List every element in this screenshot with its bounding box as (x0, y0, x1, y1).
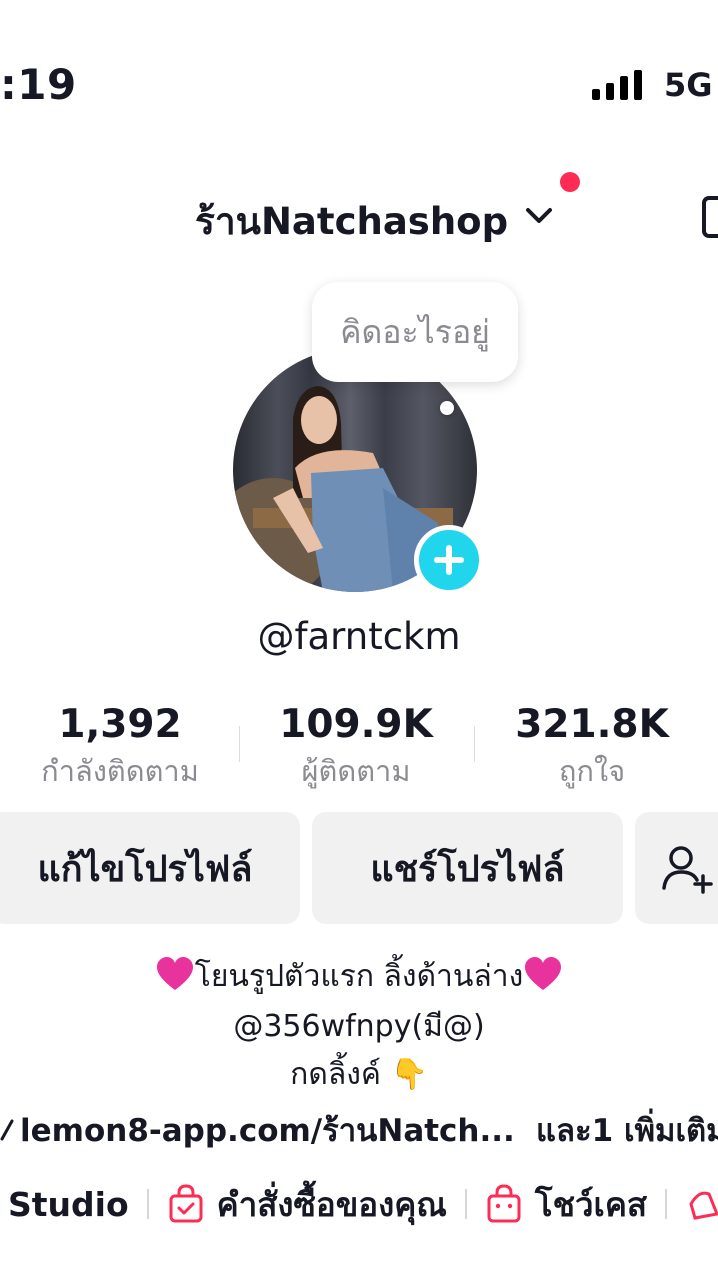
studio-link[interactable]: Studio (0, 1185, 129, 1224)
plus-icon (434, 545, 464, 575)
more-links-button[interactable]: และ1 เพิ่มเติม (536, 1105, 718, 1155)
stat-value: 321.8K (515, 702, 669, 747)
bio-link-url: lemon8-app.com/ร้านNatch... (20, 1113, 515, 1149)
creator-tools-row: Studio คำสั่งซื้อของคุณ โชว์เคส (0, 1178, 718, 1230)
bio-line-3: กดลิ้งค์ 👇 (290, 1057, 428, 1092)
add-friends-button[interactable] (635, 812, 718, 924)
notification-dot (560, 172, 580, 192)
account-switcher-title[interactable]: ร้านNatchashop (195, 192, 508, 251)
partial-tool-icon[interactable] (685, 1184, 718, 1224)
bio-line-1: โยนรูปตัวแรก ลิ้งด้านล่าง (0, 952, 718, 1002)
orders-bag-icon (169, 1184, 203, 1223)
pink-heart-icon (156, 957, 193, 990)
add-user-icon (662, 846, 713, 894)
stat-followers[interactable]: 109.9K ผู้ติดตาม (236, 700, 476, 792)
showcase-bag-icon (487, 1184, 521, 1223)
more-links-label: และ1 เพิ่มเติม (536, 1113, 718, 1149)
orders-link[interactable]: คำสั่งซื้อของคุณ (217, 1178, 447, 1231)
stat-value: 109.9K (279, 702, 433, 747)
tools-separator (146, 1189, 149, 1219)
thought-bubble[interactable]: คิดอะไรอยู่ (312, 282, 518, 382)
signal-strength-icon (592, 70, 642, 100)
showcase-link[interactable]: โชว์เคส (535, 1178, 647, 1231)
network-type: 5G (664, 66, 713, 104)
stat-label: ถูกใจ (558, 754, 626, 788)
calendar-icon[interactable] (702, 196, 718, 238)
link-icon (0, 1119, 14, 1141)
bio-line-2: @356wfnpy(มี@) (233, 1009, 485, 1044)
profile-handle: @farntckm (257, 615, 461, 658)
status-time: :19 (0, 60, 77, 109)
stat-following[interactable]: 1,392 กำลังติดตาม (0, 700, 240, 792)
tools-separator (464, 1189, 467, 1219)
share-profile-button[interactable]: แชร์โปรไฟล์ (312, 812, 623, 924)
thought-bubble-text: คิดอะไรอยู่ (340, 312, 490, 351)
thought-bubble-tail (440, 401, 454, 415)
add-story-button[interactable] (414, 525, 484, 595)
stat-value: 1,392 (58, 702, 182, 747)
bio-text-1: โยนรูปตัวแรก ลิ้งด้านล่าง (194, 959, 524, 994)
tools-separator (665, 1189, 668, 1219)
stat-label: กำลังติดตาม (41, 754, 199, 788)
edit-profile-button[interactable]: แก้ไขโปรไฟล์ (0, 812, 300, 924)
stat-likes[interactable]: 321.8K ถูกใจ (472, 700, 712, 792)
pink-heart-icon (525, 957, 562, 990)
share-profile-label: แชร์โปรไฟล์ (370, 848, 565, 890)
bio-link[interactable]: lemon8-app.com/ร้านNatch... (0, 1105, 515, 1155)
edit-profile-label: แก้ไขโปรไฟล์ (37, 848, 253, 890)
chevron-down-icon[interactable] (524, 205, 554, 227)
stat-label: ผู้ติดตาม (301, 754, 411, 788)
